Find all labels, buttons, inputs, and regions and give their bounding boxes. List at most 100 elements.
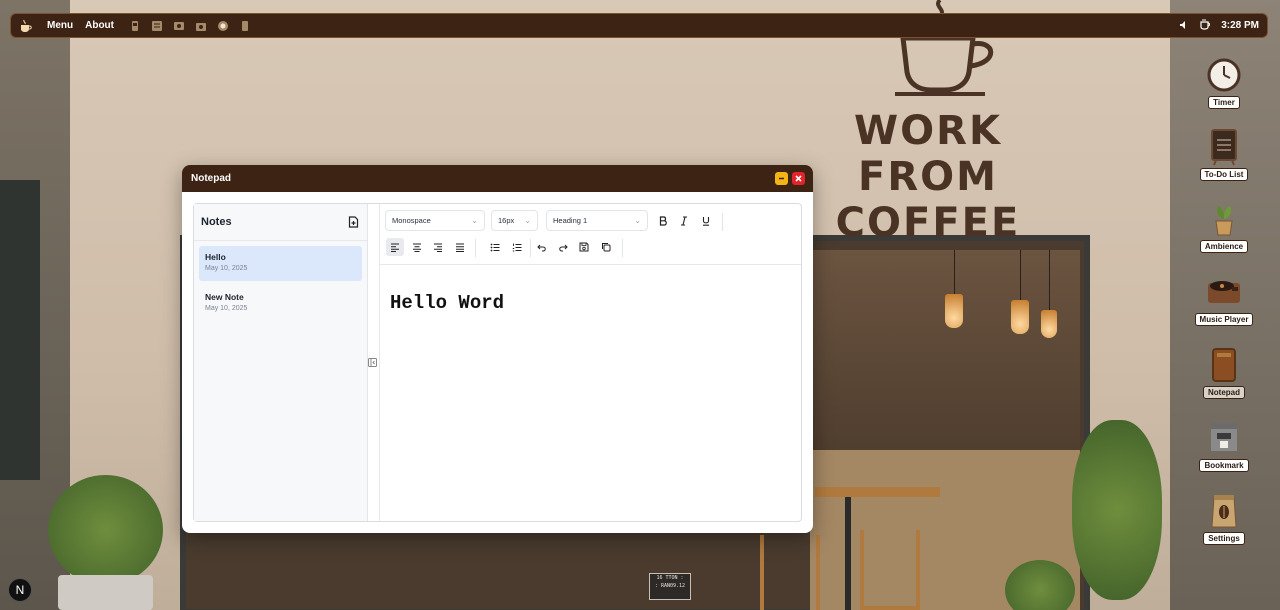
note-title: Hello [205, 252, 226, 262]
desktop-icon-bookmark[interactable]: Bookmark [1189, 419, 1259, 472]
notepad-window: Notepad Notes Hello May 10, 2025 New Not… [182, 165, 813, 533]
notes-sidebar: Notes Hello May 10, 2025 New Note May 10… [194, 204, 377, 521]
cafe-table [815, 487, 940, 497]
cafe-chair [760, 535, 820, 610]
bullet-list-button[interactable] [486, 238, 504, 256]
editor-content[interactable]: Hello Word [390, 292, 504, 314]
toolbar-divider [530, 239, 531, 257]
notepad-body: Notes Hello May 10, 2025 New Note May 10… [193, 203, 802, 522]
underline-button[interactable] [697, 212, 715, 230]
door-sign-line-1: 16 TTON : [656, 575, 684, 581]
desktop-icon-label: Notepad [1203, 386, 1245, 399]
save-icon [579, 242, 589, 252]
note-date: May 10, 2025 [205, 265, 248, 272]
bookmark-icon[interactable] [238, 19, 252, 33]
font-size-select[interactable]: 16px ⌄ [491, 210, 538, 231]
desktop-icon-label: Bookmark [1199, 459, 1249, 472]
undo-icon [537, 244, 546, 251]
editor-toolbar: Monospace ⌄ 16px ⌄ Heading 1 ⌄ [380, 204, 801, 265]
sign-line-2: COFFEE [835, 200, 1021, 246]
toolbar-divider [475, 239, 476, 257]
desktop-icon-ambience[interactable]: Ambience [1189, 200, 1259, 253]
redo-button[interactable] [554, 238, 572, 256]
numbered-list-icon [512, 243, 522, 251]
coffee-logo-icon[interactable] [17, 17, 35, 35]
notepad-icon[interactable] [216, 19, 230, 33]
volume-icon[interactable] [1179, 17, 1189, 35]
ambience-icon[interactable] [172, 19, 186, 33]
window-titlebar[interactable]: Notepad [182, 165, 813, 192]
bold-button[interactable] [654, 212, 672, 230]
clock-icon [1205, 56, 1243, 94]
wallpaper-right-plant [1072, 420, 1162, 600]
chevron-down-icon: ⌄ [471, 216, 478, 225]
desktop-icon-music-player[interactable]: Music Player [1189, 273, 1259, 326]
align-right-button[interactable] [429, 238, 447, 256]
chevron-down-icon: ⌄ [524, 216, 531, 225]
notes-sidebar-header: Notes [194, 204, 367, 241]
record-player-icon [1205, 273, 1243, 311]
justify-icon [456, 243, 464, 252]
music-player-icon[interactable] [194, 19, 208, 33]
collapse-sidebar-button[interactable] [367, 356, 377, 368]
door-sign-line-2: : RAN09.12 [654, 583, 686, 589]
wallpaper-left-pot [58, 575, 153, 610]
desktop-icon-timer[interactable]: Timer [1189, 56, 1259, 109]
align-left-button[interactable] [386, 238, 404, 256]
italic-button[interactable] [675, 212, 693, 230]
todo-icon[interactable] [150, 19, 164, 33]
desktop-icon-todo-list[interactable]: To-Do List [1189, 128, 1259, 181]
note-item-new-note[interactable]: New Note May 10, 2025 [199, 286, 362, 321]
lamp-cord [954, 250, 955, 295]
font-size-value: 16px [498, 216, 515, 225]
numbered-list-button[interactable] [508, 238, 526, 256]
pendant-lamp [1041, 310, 1057, 338]
n-launcher-button[interactable]: N [8, 578, 32, 602]
editor-pane: Monospace ⌄ 16px ⌄ Heading 1 ⌄ Hello Wor… [379, 204, 801, 521]
block-style-value: Heading 1 [553, 216, 588, 225]
menu-link[interactable]: Menu [47, 20, 73, 31]
justify-button[interactable] [451, 238, 469, 256]
notebook-icon [1205, 346, 1243, 384]
top-menu-bar: Menu About 3:28 PM [10, 13, 1268, 38]
sign-line-1: WORK FROM [854, 108, 1002, 200]
note-item-hello[interactable]: Hello May 10, 2025 [199, 246, 362, 281]
bullet-list-icon [490, 243, 500, 251]
collapse-sidebar-icon [367, 357, 377, 367]
desktop-icon-notepad[interactable]: Notepad [1189, 346, 1259, 399]
pendant-lamp [945, 294, 963, 328]
desktop-icon-label: Music Player [1194, 313, 1254, 326]
bold-icon [659, 216, 667, 226]
desktop-icon-label: To-Do List [1199, 168, 1249, 181]
close-button[interactable] [792, 172, 805, 185]
cafe-table-leg [845, 497, 851, 610]
menu-board-icon [1205, 128, 1243, 166]
minimize-button[interactable] [775, 172, 788, 185]
align-center-button[interactable] [408, 238, 426, 256]
new-file-icon [348, 216, 358, 228]
copy-button[interactable] [597, 238, 615, 256]
chevron-down-icon: ⌄ [634, 216, 641, 225]
copy-icon [602, 243, 611, 252]
new-note-button[interactable] [346, 215, 360, 229]
topbar-status: 3:28 PM [1179, 17, 1259, 35]
about-link[interactable]: About [85, 20, 114, 31]
close-icon [795, 175, 802, 182]
pendant-lamp [1011, 300, 1029, 334]
font-family-value: Monospace [392, 216, 431, 225]
desktop-icon-settings[interactable]: Settings [1189, 492, 1259, 545]
block-style-select[interactable]: Heading 1 ⌄ [546, 210, 648, 231]
undo-button[interactable] [533, 238, 551, 256]
font-family-select[interactable]: Monospace ⌄ [385, 210, 485, 231]
wallpaper-left-plant [48, 475, 163, 585]
save-button[interactable] [575, 238, 593, 256]
italic-icon [681, 216, 687, 226]
door-sign: 16 TTON : : RAN09.12 [649, 573, 691, 600]
plant-icon [1205, 200, 1243, 238]
wallpaper-sign: WORK FROM COFFEE [778, 108, 1078, 246]
timer-icon[interactable] [128, 19, 142, 33]
coffee-status-icon[interactable] [1199, 17, 1211, 35]
desktop-icon-label: Ambience [1199, 240, 1249, 253]
align-left-icon [391, 243, 399, 252]
coffee-bag-icon [1205, 492, 1243, 530]
